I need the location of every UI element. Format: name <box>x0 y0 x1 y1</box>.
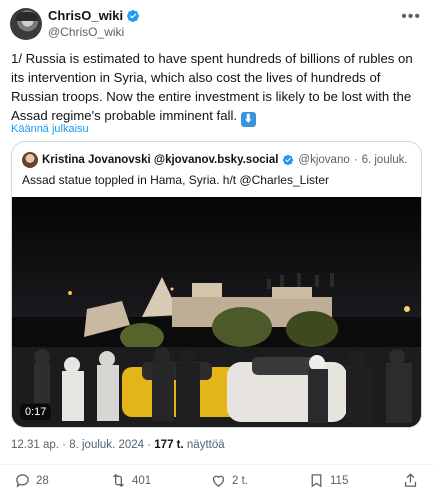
video-duration-badge: 0:17 <box>20 404 52 420</box>
share-icon <box>404 473 417 487</box>
action-bar: 28 401 2 t. 115 <box>0 472 433 494</box>
quoted-tweet-card[interactable]: Kristina Jovanovski @kjovanov.bsky.socia… <box>11 141 422 428</box>
tweet-header: ChrisO_wiki @ChrisO_wiki ••• <box>10 6 423 42</box>
quoted-author-avatar <box>22 152 38 168</box>
quoted-tweet-text: Assad statue toppled in Hama, Syria. h/t… <box>22 173 329 187</box>
view-count: 177 t. <box>154 439 184 451</box>
repost-button[interactable]: 401 <box>110 472 151 489</box>
verified-badge-icon <box>127 10 140 22</box>
tweet-body: 1/ Russia is estimated to have spent hun… <box>11 51 413 123</box>
author-names: ChrisO_wiki @ChrisO_wiki <box>48 8 140 40</box>
like-count: 2 t. <box>232 474 248 487</box>
author-handle[interactable]: @ChrisO_wiki <box>48 24 140 40</box>
heart-icon <box>212 475 225 487</box>
separator-dot: · <box>62 439 67 451</box>
share-button[interactable] <box>402 472 419 489</box>
video-frame <box>12 273 421 427</box>
down-arrow-emoji-icon: ⬇ <box>240 112 256 127</box>
tweet-date[interactable]: 8. jouluk. 2024 <box>69 439 144 451</box>
quoted-author-name: Kristina Jovanovski @kjovanov.bsky.socia… <box>42 154 279 166</box>
more-horizontal-icon: ••• <box>401 8 421 25</box>
tweet-meta: 12.31 ap. · 8. jouluk. 2024 · 177 t. näy… <box>11 439 225 451</box>
quoted-tweet-date: 6. jouluk. <box>361 154 408 166</box>
reply-icon <box>16 474 29 488</box>
quoted-author-handle: @kjovano <box>298 154 350 166</box>
views-label: näyttöä <box>186 439 225 451</box>
quoted-tweet-header: Kristina Jovanovski @kjovanov.bsky.socia… <box>22 152 408 168</box>
more-options-button[interactable]: ••• <box>401 8 421 26</box>
bookmark-count: 115 <box>330 474 349 487</box>
bookmark-icon <box>311 474 322 488</box>
tweet-text: 1/ Russia is estimated to have spent hun… <box>11 49 423 127</box>
divider <box>0 464 433 465</box>
separator-dot: · <box>353 154 358 166</box>
tweet-time[interactable]: 12.31 ap. <box>11 439 59 451</box>
like-button[interactable]: 2 t. <box>210 472 248 489</box>
video-player[interactable]: 0:17 <box>12 197 421 427</box>
author-avatar[interactable] <box>10 8 42 40</box>
separator-dot-2: · <box>147 439 152 451</box>
reply-button[interactable]: 28 <box>14 472 49 489</box>
bookmark-button[interactable]: 115 <box>308 472 348 489</box>
repost-icon <box>113 473 124 488</box>
reply-count: 28 <box>36 474 49 487</box>
author-display-name[interactable]: ChrisO_wiki <box>48 8 123 24</box>
verified-badge-icon <box>283 154 294 166</box>
repost-count: 401 <box>132 474 152 487</box>
translate-post-link[interactable]: Käännä julkaisu <box>11 123 89 135</box>
